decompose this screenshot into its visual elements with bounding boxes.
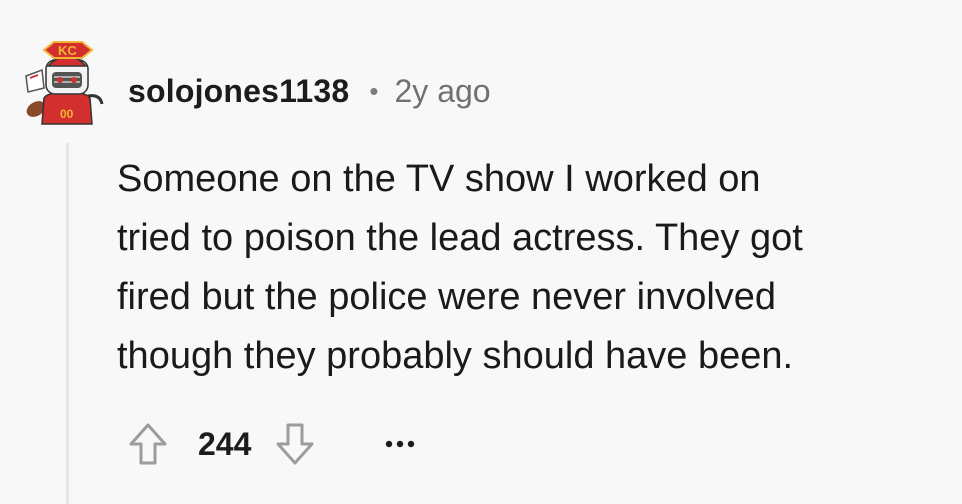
downvote-button[interactable] (275, 421, 315, 467)
comment-actions: 244 (128, 418, 415, 470)
upvote-button[interactable] (128, 421, 168, 467)
upvote-arrow-icon (129, 423, 167, 465)
jersey-number: 00 (60, 107, 74, 121)
comment-body-line: fired but the police were never involved (117, 276, 777, 318)
avatar-chiefs-robot-icon: 00 KC (25, 41, 104, 125)
avatar-logo-text: KC (58, 43, 77, 58)
comment-body-line: though they probably should have been. (117, 335, 794, 377)
meta-separator: • (369, 75, 379, 106)
downvote-arrow-icon (276, 423, 314, 465)
thread-line[interactable] (66, 143, 69, 504)
vote-score: 244 (198, 425, 252, 462)
more-options-icon (386, 440, 415, 448)
comment-body: Someone on the TV show I worked on tried… (117, 150, 947, 386)
username-link[interactable]: solojones1138 (128, 73, 349, 110)
more-options-button[interactable] (385, 429, 415, 459)
comment: 00 KC solojones1138 • 2y ago Someone on … (0, 0, 962, 504)
avatar[interactable]: 00 KC (20, 36, 114, 130)
comment-body-line: tried to poison the lead actress. They g… (117, 217, 803, 259)
comment-body-line: Someone on the TV show I worked on (117, 158, 761, 200)
comment-header: solojones1138 • 2y ago (128, 66, 491, 116)
timestamp[interactable]: 2y ago (395, 73, 491, 110)
